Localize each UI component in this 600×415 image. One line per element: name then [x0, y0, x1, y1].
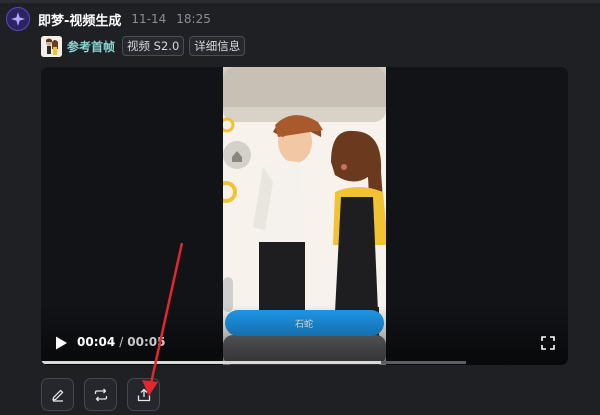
- app-name: 即梦-视频生成: [38, 13, 122, 29]
- fullscreen-icon: [541, 336, 555, 350]
- duration: 00:05: [127, 335, 166, 349]
- edit-button[interactable]: [41, 378, 74, 411]
- reference-frame-label[interactable]: 参考首帧: [67, 38, 115, 55]
- message-time: 18:25: [176, 12, 211, 26]
- current-time: 00:04: [77, 335, 116, 349]
- edit-icon: [51, 389, 63, 402]
- play-icon: [56, 336, 67, 350]
- generation-tags: 参考首帧 视频 S2.0 详细信息: [41, 35, 246, 57]
- window-top-edge: [0, 0, 600, 3]
- upload-button[interactable]: [127, 378, 160, 411]
- video-actions: [41, 378, 160, 411]
- regenerate-button[interactable]: [84, 378, 117, 411]
- reference-frame-thumbnail[interactable]: [41, 35, 62, 57]
- progress-bar[interactable]: [41, 361, 466, 364]
- message-date: 11-14: [131, 12, 167, 26]
- time-separator: /: [119, 335, 124, 349]
- upload-icon: [137, 388, 150, 401]
- video-player[interactable]: 石蛇 00:04/00:05: [41, 67, 568, 365]
- play-button[interactable]: [53, 335, 69, 351]
- regenerate-icon: [94, 388, 107, 401]
- fullscreen-button[interactable]: [541, 335, 555, 350]
- message-header: 即梦-视频生成 11-14 18:25: [6, 6, 211, 32]
- details-chip[interactable]: 详细信息: [189, 36, 246, 56]
- jimeng-logo-icon[interactable]: [6, 7, 30, 31]
- progress-bar-fill: [41, 361, 381, 364]
- model-version-chip[interactable]: 视频 S2.0: [122, 36, 185, 56]
- timecode: 00:04/00:05: [77, 335, 165, 349]
